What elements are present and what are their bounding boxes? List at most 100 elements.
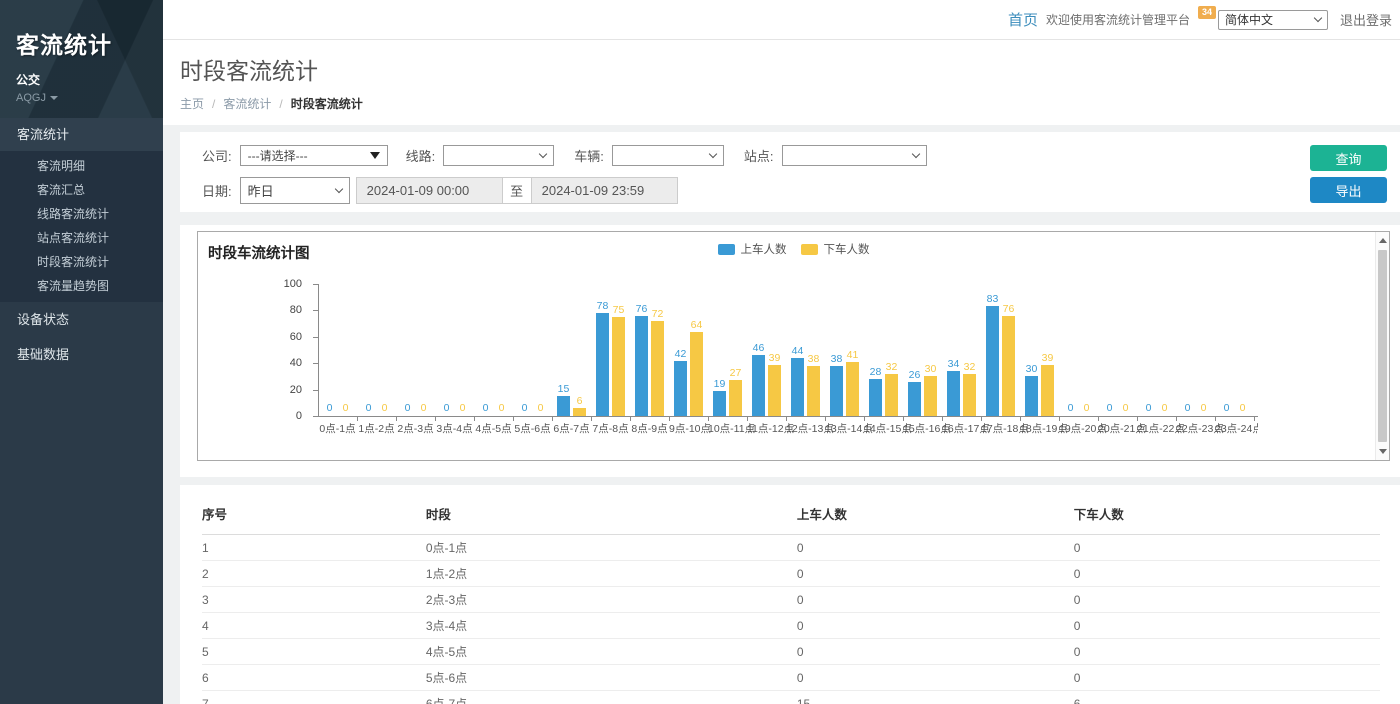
export-button[interactable]: 导出 [1310, 177, 1387, 203]
table-cell: 0 [1074, 639, 1380, 665]
sidebar-item-线路客流统计[interactable]: 线路客流统计 [0, 202, 163, 226]
bar[interactable] [885, 374, 898, 416]
y-axis-tick-mark [313, 337, 318, 338]
bar[interactable] [1025, 376, 1038, 416]
bar[interactable] [690, 332, 703, 416]
bar[interactable] [651, 321, 664, 416]
bar[interactable] [612, 317, 625, 416]
bar-column: 39 [1041, 352, 1054, 416]
sidebar-item-基础数据[interactable]: 基础数据 [0, 337, 163, 372]
notification-badge[interactable]: 34 [1198, 6, 1216, 19]
table-cell: 4 [202, 613, 426, 639]
company-select[interactable]: ---请选择--- [240, 145, 388, 166]
bar-column: 0 [1142, 402, 1155, 416]
scrollbar-thumb[interactable] [1378, 250, 1387, 442]
date-to-input[interactable]: 2024-01-09 23:59 [531, 177, 678, 204]
bar[interactable] [768, 365, 781, 416]
breadcrumb-section[interactable]: 客流统计 [223, 95, 271, 112]
date-from-input[interactable]: 2024-01-09 00:00 [356, 177, 503, 204]
y-axis-tick-label: 80 [198, 304, 302, 316]
scroll-down-icon[interactable] [1379, 449, 1387, 454]
sidebar-item-站点客流统计[interactable]: 站点客流统计 [0, 226, 163, 250]
x-axis-label: 20点-21点 [1098, 421, 1137, 436]
bar-column: 0 [1119, 402, 1132, 416]
table-cell: 0 [1074, 587, 1380, 613]
breadcrumb: 主页 / 客流统计 / 时段客流统计 [180, 95, 1400, 112]
bar[interactable] [791, 358, 804, 416]
chart-scrollbar[interactable] [1375, 232, 1389, 460]
table-cell: 2点-3点 [426, 587, 797, 613]
bar-group: 00 [474, 284, 513, 416]
vehicle-select[interactable] [612, 145, 724, 166]
bar[interactable] [1041, 365, 1054, 416]
x-axis-label: 9点-10点 [669, 421, 708, 436]
bar[interactable] [573, 408, 586, 416]
scroll-up-icon[interactable] [1379, 238, 1387, 243]
table-cell: 0 [1074, 535, 1380, 561]
table-cell: 6 [202, 665, 426, 691]
sidebar-item-客流量趋势图[interactable]: 客流量趋势图 [0, 274, 163, 298]
sidebar-section-passenger-stats[interactable]: 客流统计 [0, 118, 163, 151]
breadcrumb-home[interactable]: 主页 [180, 95, 204, 112]
table-header-cell: 上车人数 [797, 495, 1074, 535]
table-row: 76点-7点156 [202, 691, 1380, 704]
language-select[interactable]: 简体中文 [1218, 10, 1328, 30]
bar[interactable] [924, 376, 937, 416]
table-cell: 0点-1点 [426, 535, 797, 561]
bar-column: 39 [768, 352, 781, 416]
bar[interactable] [963, 374, 976, 416]
bar[interactable] [986, 306, 999, 416]
legend-item: 上车人数 [718, 241, 787, 257]
bar-column: 0 [479, 402, 492, 416]
bar-value-label: 6 [577, 395, 583, 407]
search-button[interactable]: 查询 [1310, 145, 1387, 171]
legend-label: 上车人数 [741, 241, 787, 257]
date-preset-select[interactable]: 昨日 [240, 177, 350, 204]
sidebar-item-客流汇总[interactable]: 客流汇总 [0, 178, 163, 202]
bar-value-label: 72 [652, 308, 664, 320]
chart-plot-area: 0000000000001567875767242641927463944383… [318, 284, 1258, 444]
bar[interactable] [674, 361, 687, 416]
bar[interactable] [557, 396, 570, 416]
sidebar-item-设备状态[interactable]: 设备状态 [0, 302, 163, 337]
y-axis-tick-label: 40 [198, 357, 302, 369]
bar-column: 72 [651, 308, 664, 416]
chart-panel: 时段车流统计图 上车人数下车人数 00000000000015678757672… [180, 225, 1400, 477]
sidebar: 客流统计 公交 AQGJ 客流统计 客流明细客流汇总线路客流统计站点客流统计时段… [0, 0, 163, 704]
bar[interactable] [729, 380, 742, 416]
sidebar-submenu: 客流明细客流汇总线路客流统计站点客流统计时段客流统计客流量趋势图 [0, 151, 163, 302]
bar-value-label: 34 [948, 358, 960, 370]
line-select[interactable] [443, 145, 554, 166]
bar[interactable] [752, 355, 765, 416]
bar-group: 3432 [942, 284, 981, 416]
filter-row-1: 公司: ---请选择--- 线路: 车辆: 站点: [202, 145, 1400, 166]
bar-value-label: 30 [1026, 363, 1038, 375]
chevron-down-icon [334, 185, 342, 193]
logout-link[interactable]: 退出登录 [1340, 10, 1392, 29]
sidebar-item-时段客流统计[interactable]: 时段客流统计 [0, 250, 163, 274]
org-code-dropdown[interactable]: AQGJ [16, 92, 163, 104]
table-cell: 0 [1074, 613, 1380, 639]
bar-group: 3039 [1020, 284, 1059, 416]
bar[interactable] [596, 313, 609, 416]
table-row: 43点-4点00 [202, 613, 1380, 639]
bar-column: 0 [378, 402, 391, 416]
bar[interactable] [830, 366, 843, 416]
bar-value-label: 0 [421, 402, 427, 414]
bar[interactable] [908, 382, 921, 416]
station-select[interactable] [782, 145, 927, 166]
bar[interactable] [1002, 316, 1015, 416]
bar[interactable] [869, 379, 882, 416]
home-link[interactable]: 首页 [1008, 9, 1038, 30]
bar[interactable] [947, 371, 960, 416]
bar-column: 41 [846, 349, 859, 416]
bar-column: 76 [1002, 303, 1015, 416]
bar[interactable] [846, 362, 859, 416]
bar[interactable] [635, 316, 648, 416]
sidebar-item-客流明细[interactable]: 客流明细 [0, 154, 163, 178]
table-cell: 4点-5点 [426, 639, 797, 665]
bar-column: 38 [830, 353, 843, 416]
bar[interactable] [807, 366, 820, 416]
bar-group: 2832 [864, 284, 903, 416]
bar[interactable] [713, 391, 726, 416]
